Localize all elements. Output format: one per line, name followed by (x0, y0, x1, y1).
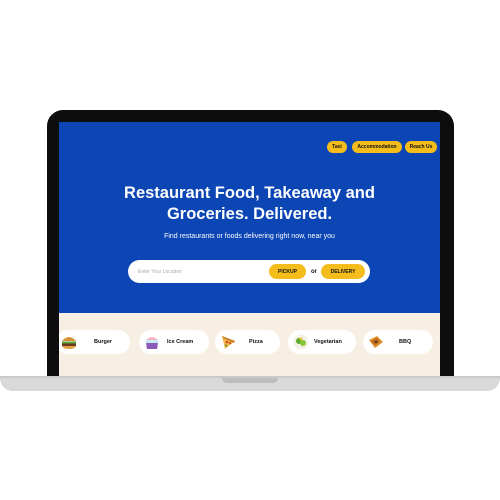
accommodation-button[interactable]: Accommodation (352, 141, 402, 153)
headline-line-1: Restaurant Food, Takeaway and (124, 184, 375, 202)
category-label: BBQ (399, 339, 412, 345)
category-label: Vegetarian (314, 339, 342, 345)
taxi-button[interactable]: Taxi (327, 141, 347, 153)
or-label: or (311, 268, 317, 275)
hero-headline: Restaurant Food, Takeaway and Groceries.… (59, 183, 440, 225)
search-bar: Enter Your Location PICKUP or DELIVERY (128, 260, 370, 283)
pickup-button[interactable]: PICKUP (269, 264, 306, 279)
category-label: Ice Cream (167, 339, 194, 345)
burger-icon (59, 331, 80, 353)
reach-us-button[interactable]: Reach Us (405, 141, 437, 153)
category-label: Pizza (249, 339, 263, 345)
vegetarian-icon (290, 331, 312, 353)
category-strip: Burger Ice Cream Pizza Vegetarian BBQ (59, 313, 440, 376)
hero-subtitle: Find restaurants or foods delivering rig… (164, 233, 335, 240)
laptop-screen: Taxi Accommodation Reach Us Restaurant F… (59, 122, 440, 376)
location-input[interactable]: Enter Your Location (138, 260, 182, 283)
bbq-icon (365, 331, 387, 353)
category-label: Burger (94, 339, 113, 345)
hero-section: Taxi Accommodation Reach Us Restaurant F… (59, 122, 440, 313)
ice-cream-icon (141, 331, 163, 353)
laptop-notch (222, 378, 278, 383)
category-ice-cream[interactable]: Ice Cream (139, 330, 209, 354)
delivery-button[interactable]: DELIVERY (321, 264, 365, 279)
pizza-icon (217, 331, 239, 353)
category-burger[interactable]: Burger (59, 330, 130, 354)
category-vegetarian[interactable]: Vegetarian (288, 330, 356, 354)
category-bbq[interactable]: BBQ (363, 330, 433, 354)
headline-line-2: Groceries. Delivered. (166, 205, 333, 223)
category-pizza[interactable]: Pizza (215, 330, 280, 354)
